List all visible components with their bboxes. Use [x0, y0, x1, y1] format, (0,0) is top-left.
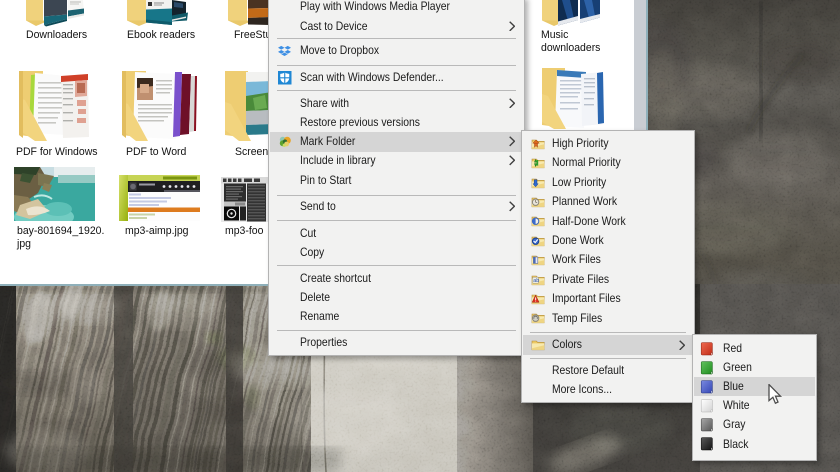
svg-text:ab: ab [533, 278, 539, 284]
